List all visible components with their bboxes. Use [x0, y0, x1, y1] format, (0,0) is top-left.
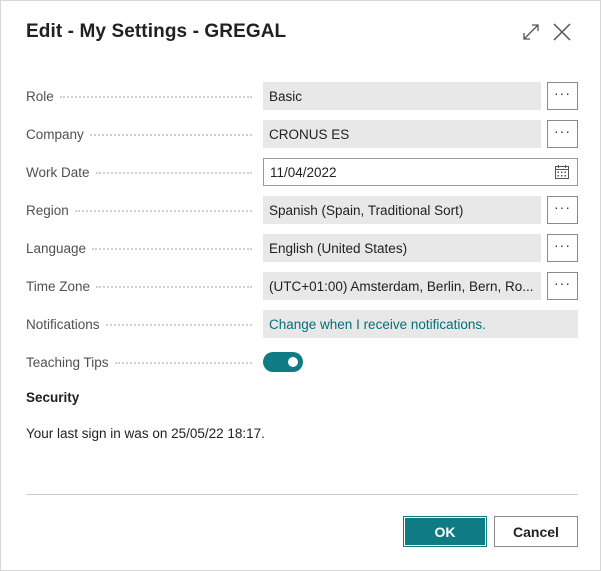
settings-dialog: Edit - My Settings - GREGAL Role Basic ·…: [0, 0, 601, 571]
dialog-title: Edit - My Settings - GREGAL: [26, 21, 287, 42]
toggle-knob: [288, 357, 298, 367]
notifications-link[interactable]: Change when I receive notifications.: [263, 310, 578, 338]
teaching-tips-row: Teaching Tips: [26, 348, 581, 376]
time-zone-field[interactable]: (UTC+01:00) Amsterdam, Berlin, Bern, Ro.…: [263, 272, 541, 300]
region-row: Region Spanish (Spain, Traditional Sort)…: [26, 196, 581, 224]
role-field[interactable]: Basic: [263, 82, 541, 110]
work-date-label: Work Date: [26, 158, 256, 186]
close-icon[interactable]: [551, 21, 573, 43]
company-label: Company: [26, 120, 256, 148]
work-date-row: Work Date 11/04/2022: [26, 158, 581, 186]
company-lookup-button[interactable]: ···: [547, 120, 578, 148]
language-value: English (United States): [269, 240, 408, 256]
company-value: CRONUS ES: [269, 126, 350, 142]
last-sign-in-text: Your last sign in was on 25/05/22 18:17.: [26, 426, 265, 441]
notifications-row: Notifications Change when I receive noti…: [26, 310, 581, 338]
role-label: Role: [26, 82, 256, 110]
language-lookup-button[interactable]: ···: [547, 234, 578, 262]
time-zone-lookup-button[interactable]: ···: [547, 272, 578, 300]
cancel-button[interactable]: Cancel: [494, 516, 578, 547]
ok-button[interactable]: OK: [403, 516, 487, 547]
time-zone-row: Time Zone (UTC+01:00) Amsterdam, Berlin,…: [26, 272, 581, 300]
security-heading: Security: [26, 390, 80, 405]
company-row: Company CRONUS ES ···: [26, 120, 581, 148]
work-date-input[interactable]: 11/04/2022: [263, 158, 578, 186]
region-value: Spanish (Spain, Traditional Sort): [269, 202, 464, 218]
region-lookup-button[interactable]: ···: [547, 196, 578, 224]
teaching-tips-toggle[interactable]: [263, 352, 303, 372]
work-date-value: 11/04/2022: [270, 164, 337, 180]
role-row: Role Basic ···: [26, 82, 581, 110]
expand-icon[interactable]: [520, 21, 542, 43]
company-field[interactable]: CRONUS ES: [263, 120, 541, 148]
footer-divider: [26, 494, 578, 495]
notifications-value[interactable]: Change when I receive notifications.: [269, 317, 486, 332]
calendar-icon[interactable]: [555, 165, 569, 179]
time-zone-label: Time Zone: [26, 272, 256, 300]
language-label: Language: [26, 234, 256, 262]
region-field[interactable]: Spanish (Spain, Traditional Sort): [263, 196, 541, 224]
role-lookup-button[interactable]: ···: [547, 82, 578, 110]
teaching-tips-label: Teaching Tips: [26, 348, 256, 376]
region-label: Region: [26, 196, 256, 224]
notifications-label: Notifications: [26, 310, 256, 338]
language-row: Language English (United States) ···: [26, 234, 581, 262]
language-field[interactable]: English (United States): [263, 234, 541, 262]
role-value: Basic: [269, 88, 303, 104]
time-zone-value: (UTC+01:00) Amsterdam, Berlin, Bern, Ro.…: [269, 278, 534, 294]
